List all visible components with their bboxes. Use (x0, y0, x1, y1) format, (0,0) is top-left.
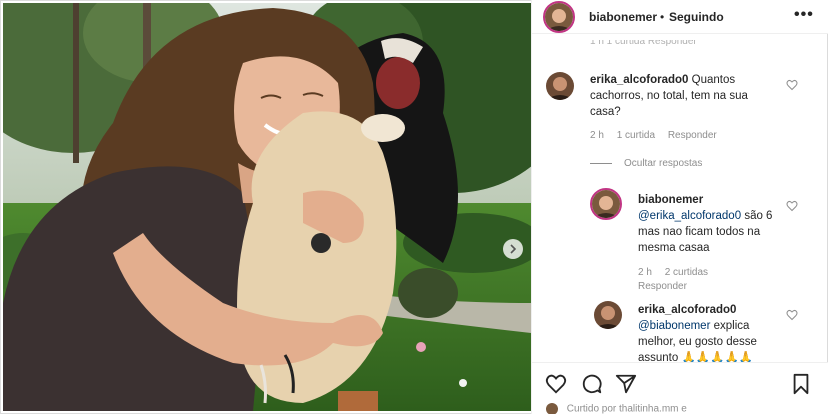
comment-button[interactable] (581, 373, 603, 398)
comment-likes[interactable]: 1 curtida (617, 130, 655, 141)
hide-replies-button[interactable]: Ocultar respostas (590, 158, 702, 169)
commenter-avatar[interactable] (546, 72, 574, 100)
post-actions-bar: Curtido por thalitinha.mm e (532, 362, 828, 414)
comments-list[interactable]: 1 h 1 curtida Responder erika_alcoforado… (532, 34, 828, 362)
liker-avatar (546, 403, 558, 414)
chevron-right-icon (510, 244, 517, 254)
liked-by-label[interactable]: Curtido por thalitinha.mm e (567, 404, 687, 414)
avatar-image (592, 190, 620, 218)
like-comment-button[interactable] (786, 79, 798, 91)
comment-icon (582, 374, 602, 394)
avatar-image (546, 72, 574, 100)
divider-line (590, 163, 612, 164)
reply-avatar[interactable] (590, 188, 622, 220)
heart-icon (786, 309, 798, 321)
liked-by-text: Curtido por thalitinha.mm e (546, 403, 687, 414)
like-button[interactable] (545, 373, 567, 398)
post-photo[interactable] (3, 3, 531, 411)
reply-likes[interactable]: 2 curtidas (665, 267, 708, 278)
reply-button[interactable]: Responder (638, 281, 687, 292)
like-reply-button[interactable] (786, 200, 798, 212)
share-icon (615, 374, 637, 394)
save-button[interactable] (790, 373, 812, 398)
reply-button[interactable]: Responder (668, 130, 717, 141)
comment-text: erika_alcoforado0 Quantos cachorros, no … (590, 72, 775, 120)
reply-mention[interactable]: @biabonemer (638, 320, 710, 332)
share-button[interactable] (615, 373, 637, 398)
comment-username[interactable]: erika_alcoforado0 (590, 74, 688, 86)
author-avatar[interactable] (543, 1, 575, 33)
comment-time[interactable]: 2 h (590, 130, 604, 141)
reply-item: biabonemer @erika_alcoforado0 são 6 mas … (532, 184, 828, 294)
post-header: biabonemer • Seguindo ••• (532, 0, 828, 34)
bookmark-icon (793, 373, 809, 395)
follow-status[interactable]: Seguindo (669, 10, 724, 24)
reply-avatar[interactable] (594, 301, 622, 329)
heart-icon (786, 79, 798, 91)
more-options-button[interactable]: ••• (794, 6, 814, 24)
avatar-image (594, 301, 622, 329)
reply-mention[interactable]: @erika_alcoforado0 (638, 210, 741, 222)
photo-illustration (3, 3, 531, 411)
reply-username[interactable]: biabonemer (638, 194, 703, 206)
reply-time[interactable]: 2 h (638, 267, 652, 278)
hide-replies-label: Ocultar respostas (624, 158, 703, 169)
comment-meta: 2 h 1 curtida Responder (590, 130, 727, 141)
author-username[interactable]: biabonemer (589, 10, 657, 24)
reply-item: erika_alcoforado0 @biabonemer explica me… (532, 296, 828, 362)
reply-username[interactable]: erika_alcoforado0 (638, 304, 736, 316)
reply-text: erika_alcoforado0 @biabonemer explica me… (638, 302, 778, 362)
comment-item: erika_alcoforado0 Quantos cachorros, no … (532, 34, 828, 154)
next-photo-button[interactable] (503, 239, 523, 259)
reply-text: biabonemer @erika_alcoforado0 são 6 mas … (638, 192, 776, 256)
reply-emoji: 🙏🙏🙏🙏🙏 (681, 352, 754, 362)
more-icon: ••• (794, 6, 814, 23)
like-reply-button[interactable] (786, 309, 798, 321)
reply-meta: 2 h 2 curtidas Responder (638, 266, 788, 294)
heart-icon (545, 374, 567, 394)
post-side-panel: biabonemer • Seguindo ••• 1 h 1 curtida … (531, 0, 828, 414)
avatar-image (545, 3, 573, 31)
heart-icon (786, 200, 798, 212)
header-separator: • (660, 10, 665, 24)
